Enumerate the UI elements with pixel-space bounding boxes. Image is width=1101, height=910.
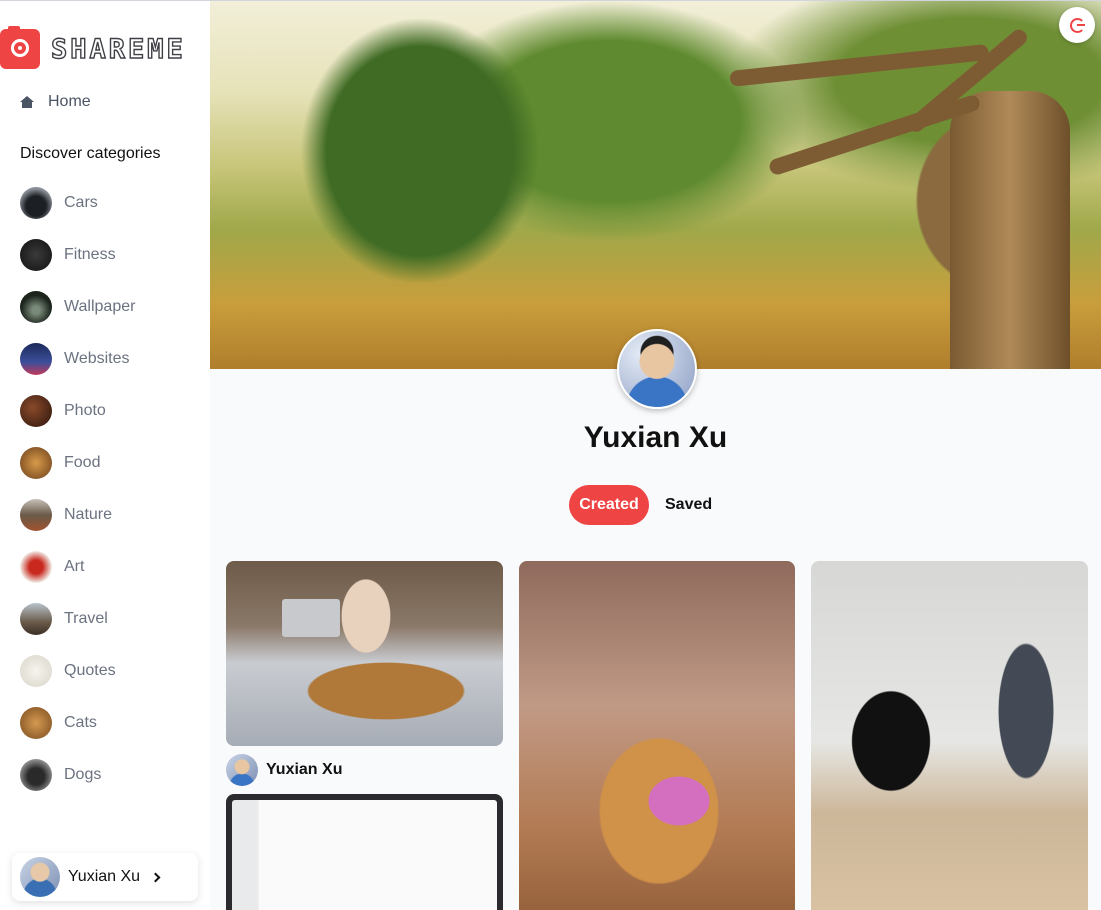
cover-image bbox=[210, 1, 1101, 369]
sidebar-item-label: Wallpaper bbox=[64, 298, 136, 315]
sidebar-item-quotes[interactable]: Quotes bbox=[20, 655, 135, 687]
sidebar-item-websites[interactable]: Websites bbox=[20, 343, 135, 375]
pin-image[interactable] bbox=[811, 561, 1088, 910]
sidebar-item-wallpaper[interactable]: Wallpaper bbox=[20, 291, 135, 323]
category-thumbnail bbox=[20, 603, 52, 635]
logout-button[interactable] bbox=[1059, 7, 1095, 43]
home-icon bbox=[20, 96, 34, 108]
category-thumbnail bbox=[20, 499, 52, 531]
category-thumbnail bbox=[20, 447, 52, 479]
sidebar-item-cars[interactable]: Cars bbox=[20, 187, 135, 219]
pin-image[interactable] bbox=[226, 794, 503, 910]
profile-avatar bbox=[617, 329, 697, 409]
category-thumbnail bbox=[20, 343, 52, 375]
app-root: SHAREME Home Discover categories Cars Fi… bbox=[0, 0, 1101, 910]
sidebar-item-label: Nature bbox=[64, 506, 113, 523]
sidebar-item-nature[interactable]: Nature bbox=[20, 499, 135, 531]
sidebar-item-cats[interactable]: Cats bbox=[20, 707, 135, 739]
logout-icon bbox=[1069, 17, 1085, 33]
pin-image[interactable] bbox=[226, 561, 503, 746]
sidebar-item-food[interactable]: Food bbox=[20, 447, 135, 479]
category-list: Cars Fitness Wallpaper Websites Photo Fo… bbox=[20, 187, 135, 811]
laptop-shape bbox=[282, 599, 340, 637]
sidebar-item-label: Quotes bbox=[64, 662, 116, 679]
sidebar-item-home[interactable]: Home bbox=[20, 93, 91, 111]
logo-text: SHAREME bbox=[50, 33, 186, 65]
profile-name: Yuxian Xu bbox=[583, 421, 728, 454]
sidebar-item-label: Food bbox=[64, 454, 101, 471]
tab-saved[interactable]: Saved bbox=[655, 485, 722, 525]
sidebar-item-label: Art bbox=[64, 558, 85, 575]
category-thumbnail bbox=[20, 239, 52, 271]
sidebar-item-fitness[interactable]: Fitness bbox=[20, 239, 135, 271]
sidebar-item-travel[interactable]: Travel bbox=[20, 603, 135, 635]
category-thumbnail bbox=[20, 291, 52, 323]
profile-page: Yuxian Xu Created Saved Yuxian Xu bbox=[210, 1, 1101, 910]
avatar bbox=[226, 754, 258, 786]
sidebar-item-label: Cars bbox=[64, 194, 98, 211]
category-thumbnail bbox=[20, 187, 52, 219]
pin-screen-content bbox=[232, 800, 497, 910]
pin-owner[interactable]: Yuxian Xu bbox=[226, 754, 342, 786]
sidebar-item-label: Travel bbox=[64, 610, 108, 627]
sidebar-item-label: Home bbox=[48, 93, 91, 110]
avatar bbox=[20, 857, 60, 897]
profile-tabs: Created Saved bbox=[569, 485, 722, 525]
category-thumbnail bbox=[20, 655, 52, 687]
user-name: Yuxian Xu bbox=[68, 868, 141, 885]
sidebar-item-label: Photo bbox=[64, 402, 106, 419]
sidebar-item-label: Cats bbox=[64, 714, 97, 731]
sidebar-item-art[interactable]: Art bbox=[20, 551, 135, 583]
pin-image[interactable] bbox=[519, 561, 795, 910]
tree-trunk bbox=[950, 91, 1070, 369]
category-thumbnail bbox=[20, 395, 52, 427]
category-thumbnail bbox=[20, 551, 52, 583]
pin-owner-name: Yuxian Xu bbox=[266, 761, 343, 778]
sidebar: SHAREME Home Discover categories Cars Fi… bbox=[0, 1, 210, 910]
tree-branch bbox=[729, 43, 990, 87]
category-thumbnail bbox=[20, 759, 52, 791]
sidebar-item-label: Fitness bbox=[64, 246, 116, 263]
sidebar-item-label: Websites bbox=[64, 350, 130, 367]
discover-heading: Discover categories bbox=[20, 145, 161, 162]
chevron-right-icon bbox=[150, 872, 161, 882]
camera-icon bbox=[0, 26, 40, 69]
user-profile-button[interactable]: Yuxian Xu bbox=[12, 853, 198, 901]
sidebar-item-photo[interactable]: Photo bbox=[20, 395, 135, 427]
tab-created[interactable]: Created bbox=[569, 485, 649, 525]
category-thumbnail bbox=[20, 707, 52, 739]
logo[interactable]: SHAREME bbox=[0, 26, 186, 69]
sidebar-item-dogs[interactable]: Dogs bbox=[20, 759, 135, 791]
sidebar-item-label: Dogs bbox=[64, 766, 102, 783]
